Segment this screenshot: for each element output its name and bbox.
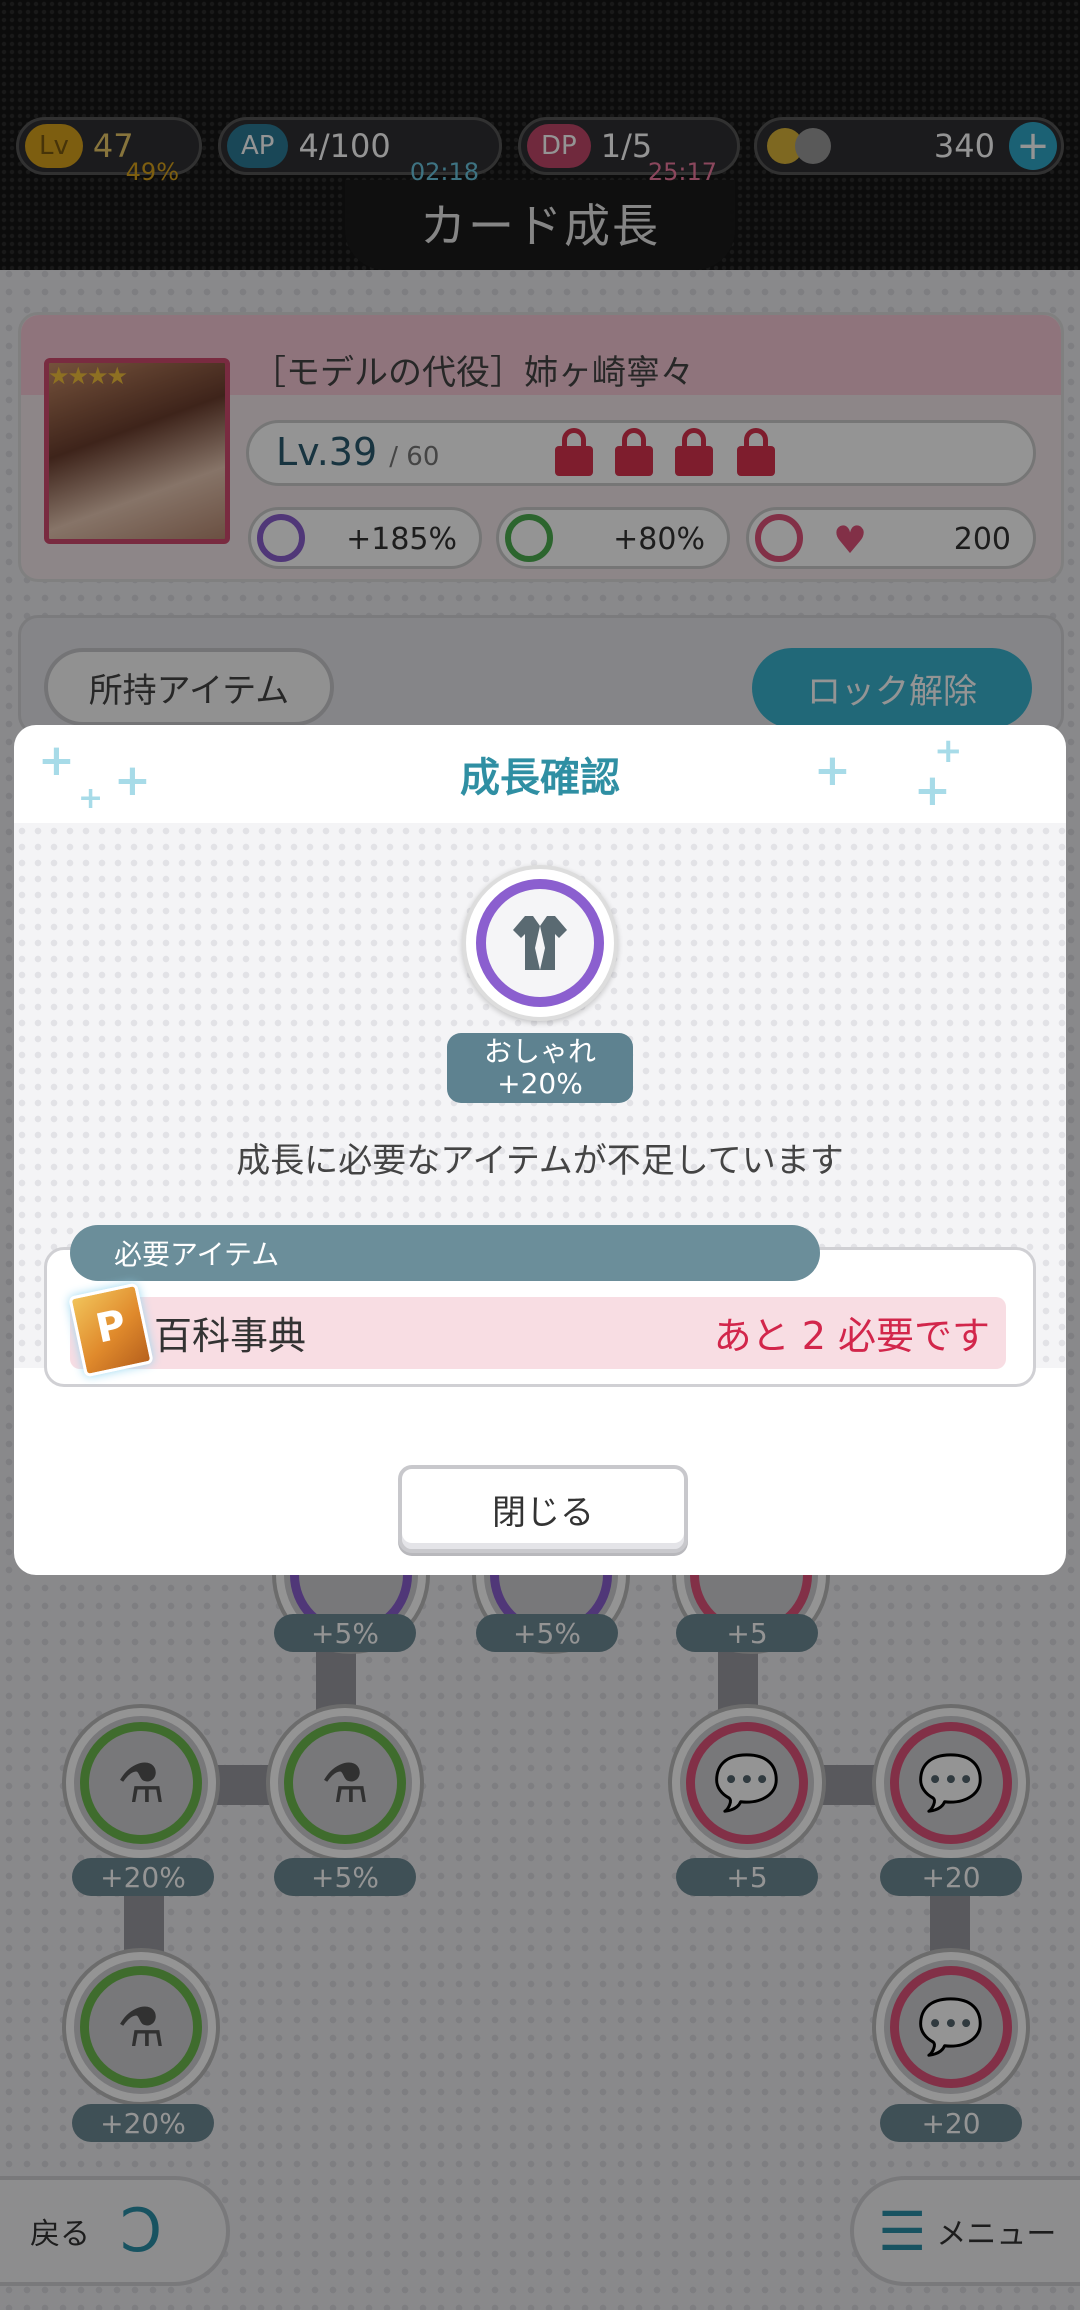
required-item-name: 百科事典 <box>154 1314 307 1358</box>
effect-value: +20% <box>497 1067 583 1100</box>
close-button[interactable]: 閉じる <box>398 1465 688 1553</box>
selected-growth-node <box>462 865 618 1021</box>
dialog-title: 成長確認 <box>460 755 620 801</box>
sparkle-icon: + <box>78 781 104 816</box>
sparkle-icon: + <box>814 745 851 796</box>
sparkle-icon: + <box>914 765 951 816</box>
sparkle-icon: + <box>934 731 963 771</box>
sparkle-icon: + <box>114 755 151 806</box>
effect-name: おしゃれ <box>483 1035 596 1068</box>
effect-badge: おしゃれ +20% <box>447 1033 633 1103</box>
fashion-icon <box>466 869 614 1017</box>
insufficient-message: 成長に必要なアイテムが不足しています <box>236 1141 844 1181</box>
growth-confirm-dialog: 成長確認 + + + + + + おしゃれ +20% 成長に必要なアイテムが不足… <box>14 725 1066 1575</box>
sparkle-icon: + <box>38 735 75 786</box>
required-item-shortage: あと 2 必要です <box>713 1314 990 1358</box>
required-items-header: 必要アイテム <box>70 1225 820 1281</box>
